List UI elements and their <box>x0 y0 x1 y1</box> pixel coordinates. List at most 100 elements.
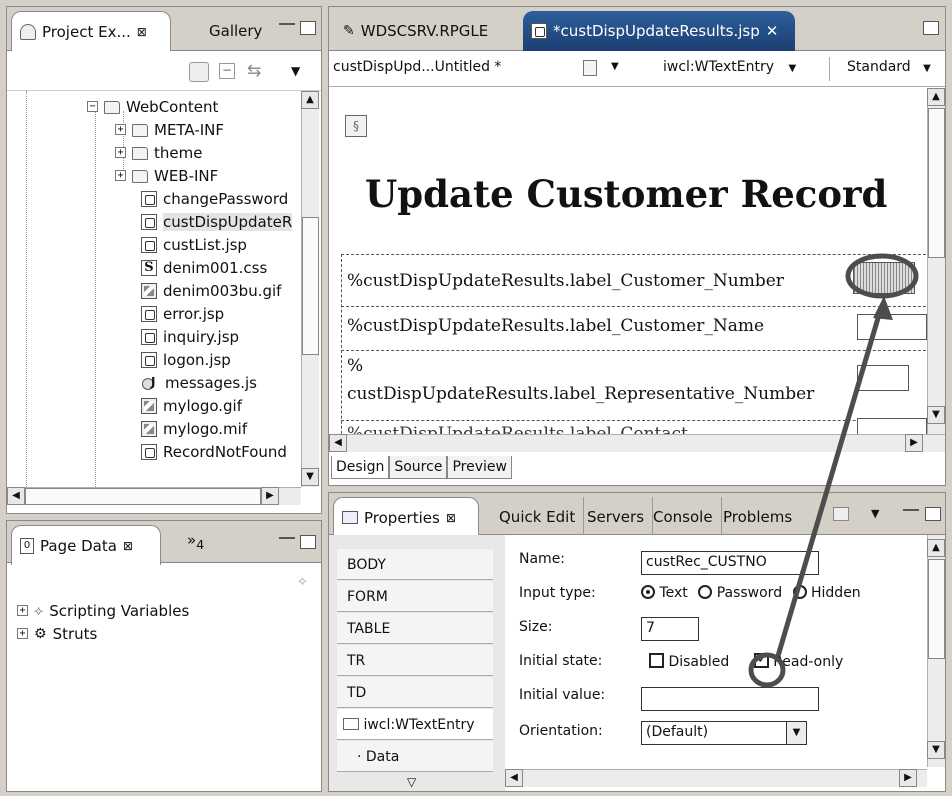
representative-number-input[interactable] <box>857 365 909 391</box>
tab-custdispupdateresults-jsp[interactable]: *custDispUpdateResults.jsp ✕ <box>523 11 795 51</box>
tag-selector[interactable]: iwcl:WTextEntry ▼ <box>663 59 796 75</box>
tree-item-struts[interactable]: + ⚙ Struts <box>17 622 97 645</box>
left-tab-data[interactable]: · Data <box>337 741 493 772</box>
view-menu-icon[interactable]: ▼ <box>291 64 300 78</box>
tree-item-mylogo-mif[interactable]: mylogo.mif <box>141 417 247 440</box>
expand-icon[interactable]: + <box>17 628 28 639</box>
expand-icon[interactable]: + <box>115 170 126 181</box>
scroll-down-icon[interactable]: ▼ <box>927 406 945 424</box>
tab-project-explorer[interactable]: Project Ex... ⊠ <box>11 11 171 51</box>
scroll-up-icon[interactable]: ▲ <box>927 539 945 557</box>
scroll-up-icon[interactable]: ▲ <box>927 88 945 106</box>
tab-console[interactable]: Console <box>645 497 722 537</box>
scroll-thumb[interactable] <box>302 217 319 355</box>
name-field[interactable]: custRec_CUSTNO <box>641 551 819 575</box>
tree-item-recordnotfound[interactable]: RecordNotFound <box>141 440 287 463</box>
editor-hscrollbar[interactable]: ◀ ▶ <box>329 434 945 452</box>
more-tabs-icon[interactable]: ▽ <box>407 775 416 789</box>
maximize-icon[interactable] <box>923 21 939 35</box>
minimize-icon[interactable] <box>279 537 295 541</box>
tree-item-mylogo-gif[interactable]: mylogo.gif <box>141 394 242 417</box>
properties-menu-icon[interactable] <box>833 507 849 521</box>
properties-vscrollbar[interactable]: ▲ ▼ <box>927 535 945 767</box>
maximize-icon[interactable] <box>300 535 316 549</box>
add-data-icon[interactable]: ✧ <box>297 575 308 590</box>
scroll-right-icon[interactable]: ▶ <box>899 769 917 787</box>
close-icon[interactable]: ⊠ <box>137 25 147 39</box>
editor-vscrollbar[interactable]: ▲ ▼ <box>927 88 945 434</box>
tree-item-theme[interactable]: + theme <box>115 141 202 164</box>
tree-item-custdispupdater[interactable]: custDispUpdateR <box>141 210 293 233</box>
tree-item-denim003bu-gif[interactable]: denim003bu.gif <box>141 279 281 302</box>
tab-wdscsrv-rpgle[interactable]: ✎ WDSCSRV.RPGLE <box>335 11 496 51</box>
maximize-icon[interactable] <box>925 507 941 521</box>
tab-preview[interactable]: Preview <box>447 456 512 479</box>
editor-breadcrumb[interactable]: custDispUpd...Untitled * <box>333 59 501 75</box>
scroll-right-icon[interactable]: ▶ <box>905 434 923 452</box>
left-tab-table[interactable]: TABLE <box>337 613 493 644</box>
left-tab-tr[interactable]: TR <box>337 645 493 676</box>
project-tree-hscrollbar[interactable]: ◀ ▶ <box>7 487 301 505</box>
tab-design[interactable]: Design <box>331 456 390 479</box>
collapse-icon[interactable]: − <box>87 101 98 112</box>
expand-icon[interactable]: + <box>115 124 126 135</box>
design-canvas[interactable]: § Update Customer Record %custDispUpdate… <box>329 88 927 434</box>
expand-icon[interactable]: + <box>17 605 28 616</box>
customer-name-input[interactable] <box>857 314 927 340</box>
left-tab-form[interactable]: FORM <box>337 581 493 612</box>
contact-input[interactable] <box>857 418 927 434</box>
initial-value-field[interactable] <box>641 687 819 711</box>
tab-servers[interactable]: Servers <box>579 497 654 537</box>
expand-icon[interactable]: + <box>115 147 126 158</box>
scroll-left-icon[interactable]: ◀ <box>505 769 523 787</box>
minimize-icon[interactable] <box>279 23 295 27</box>
scroll-left-icon[interactable]: ◀ <box>7 487 25 505</box>
refresh-icon[interactable] <box>189 62 209 82</box>
tab-gallery[interactable]: Gallery <box>201 11 270 51</box>
tab-page-data[interactable]: 0 Page Data ⊠ <box>11 525 161 565</box>
close-icon[interactable]: ⊠ <box>123 539 133 553</box>
tree-item-messages-js[interactable]: messages.js <box>141 371 257 394</box>
page-properties-icon[interactable] <box>583 60 597 76</box>
link-editor-icon[interactable]: ⇆ <box>247 61 261 81</box>
tree-item-webcontent[interactable]: − WebContent <box>87 95 218 118</box>
checkbox-disabled[interactable] <box>649 653 664 668</box>
scroll-thumb[interactable] <box>25 488 261 505</box>
tree-item-error-jsp[interactable]: error.jsp <box>141 302 224 325</box>
close-icon[interactable]: ✕ <box>766 22 779 40</box>
scroll-up-icon[interactable]: ▲ <box>301 91 319 109</box>
radio-text[interactable] <box>641 585 655 599</box>
properties-hscrollbar[interactable]: ◀ ▶ <box>505 769 927 787</box>
overflow-tabs[interactable]: »4 <box>187 531 204 552</box>
scroll-thumb[interactable] <box>928 559 945 659</box>
tab-source[interactable]: Source <box>389 456 448 479</box>
tab-quick-edit[interactable]: Quick Edit <box>491 497 585 537</box>
left-tab-td[interactable]: TD <box>337 677 493 708</box>
chevron-down-icon[interactable]: ▼ <box>871 507 879 520</box>
minimize-icon[interactable] <box>903 509 919 513</box>
orientation-select[interactable]: (Default) ▼ <box>641 721 807 745</box>
customer-number-input[interactable] <box>853 262 915 294</box>
tab-properties[interactable]: Properties ⊠ <box>333 497 479 537</box>
tree-item-custlist[interactable]: custList.jsp <box>141 233 247 256</box>
scroll-right-icon[interactable]: ▶ <box>261 487 279 505</box>
left-tab-body[interactable]: BODY <box>337 549 493 580</box>
scroll-left-icon[interactable]: ◀ <box>329 434 347 452</box>
left-tab-wtextentry[interactable]: iwcl:WTextEntry <box>337 709 493 740</box>
tree-item-changepassword[interactable]: changePassword <box>141 187 288 210</box>
tree-item-web-inf[interactable]: + WEB-INF <box>115 164 218 187</box>
checkbox-read-only[interactable] <box>753 651 769 668</box>
tab-problems[interactable]: Problems <box>715 497 800 537</box>
close-icon[interactable]: ⊠ <box>446 511 456 525</box>
radio-password[interactable] <box>698 585 713 599</box>
tree-item-inquiry-jsp[interactable]: inquiry.jsp <box>141 325 239 348</box>
radio-hidden[interactable] <box>792 585 807 599</box>
scroll-down-icon[interactable]: ▼ <box>927 741 945 759</box>
style-selector[interactable]: Standard ▼ <box>847 59 931 75</box>
size-field[interactable]: 7 <box>641 617 699 641</box>
project-tree-vscrollbar[interactable]: ▲ ▼ <box>301 91 319 487</box>
tree-item-scripting-variables[interactable]: + ⟡ Scripting Variables <box>17 599 189 622</box>
collapse-all-icon[interactable]: − <box>219 63 235 79</box>
tree-item-meta-inf[interactable]: + META-INF <box>115 118 224 141</box>
tree-item-logon-jsp[interactable]: logon.jsp <box>141 348 231 371</box>
